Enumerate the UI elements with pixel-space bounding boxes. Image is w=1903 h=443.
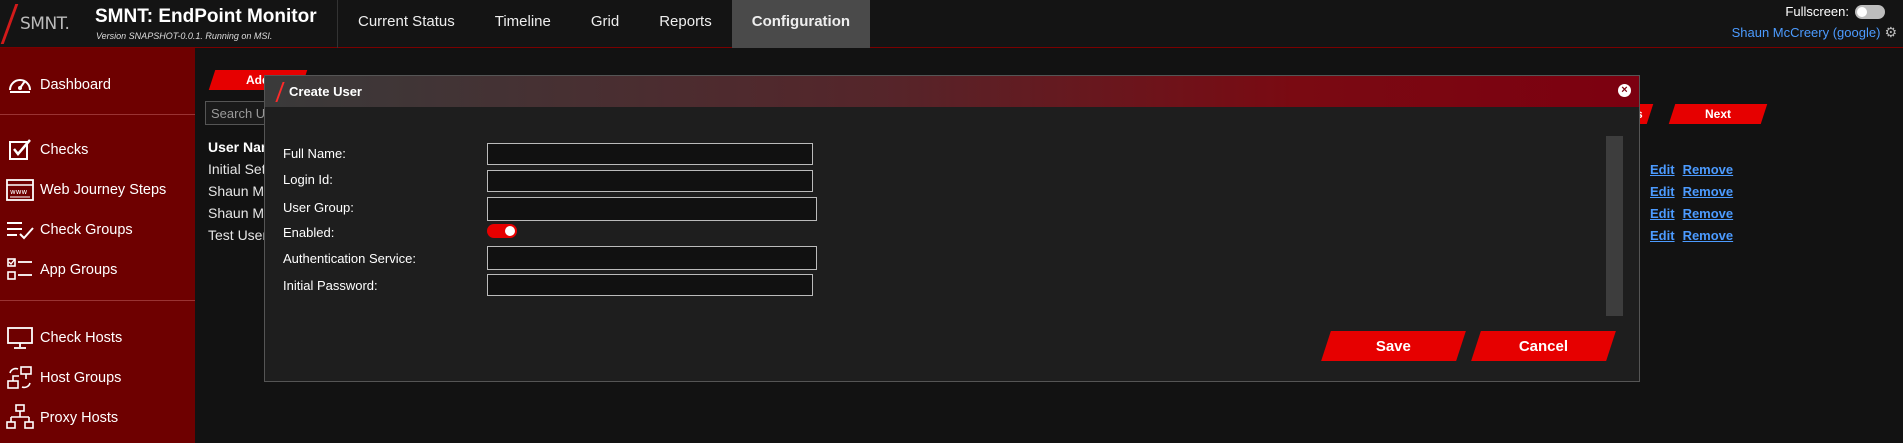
create-user-dialog: Create User × Full Name: Login Id: User …: [264, 75, 1640, 382]
app-logo: SMNT.: [0, 0, 88, 48]
sidebar-item-label: Dashboard: [40, 77, 111, 93]
gear-icon[interactable]: ⚙: [1884, 24, 1897, 41]
remove-link[interactable]: Remove: [1683, 162, 1734, 177]
sidebar-item-label: Check Hosts: [40, 330, 123, 346]
sidebar-item-label: App Groups: [40, 262, 118, 278]
sidebar-divider: [0, 114, 195, 115]
sidebar-item-proxy-hosts[interactable]: Proxy Hosts: [0, 402, 195, 434]
sidebar-item-web-journey-steps[interactable]: www Web Journey Steps: [0, 174, 195, 206]
checkbox-icon: [6, 137, 34, 163]
initial-password-label: Initial Password:: [283, 278, 378, 293]
auth-service-input[interactable]: [487, 246, 817, 270]
row-actions: Edit Remove: [1650, 162, 1741, 177]
row-actions: Edit Remove: [1650, 184, 1741, 199]
cancel-button-label: Cancel: [1518, 337, 1569, 355]
next-page-label: Next: [1704, 107, 1731, 121]
full-name-input[interactable]: [487, 143, 813, 165]
sidebar-item-label: Host Groups: [40, 370, 122, 386]
table-row: Shaun Mc: [208, 183, 272, 199]
sidebar-item-label: Checks: [40, 142, 89, 158]
svg-text:www: www: [10, 188, 27, 196]
tab-current-status[interactable]: Current Status: [338, 0, 475, 48]
dialog-header: Create User ×: [265, 76, 1639, 107]
toggle-knob: [505, 226, 515, 236]
monitor-icon: [6, 325, 34, 351]
fullscreen-label: Fullscreen:: [1785, 4, 1849, 19]
remove-link[interactable]: Remove: [1683, 206, 1734, 221]
dialog-scrollbar[interactable]: [1606, 136, 1623, 316]
browser-www-icon: www: [6, 177, 34, 203]
user-group-label: User Group:: [283, 200, 354, 215]
save-button-label: Save: [1375, 337, 1412, 355]
edit-link[interactable]: Edit: [1650, 206, 1675, 221]
row-actions: Edit Remove: [1650, 228, 1741, 243]
save-button[interactable]: Save: [1321, 331, 1466, 361]
top-bar: SMNT. SMNT: EndPoint Monitor Version SNA…: [0, 0, 1903, 48]
table-row: Test User: [208, 227, 268, 243]
sidebar: Dashboard Checks www Web Journey Steps C…: [0, 48, 195, 443]
network-proxy-icon: [6, 404, 34, 431]
dialog-header-slash: [275, 82, 285, 102]
table-row: Shaun Mc: [208, 205, 272, 221]
auth-service-label: Authentication Service:: [283, 251, 416, 266]
remove-link[interactable]: Remove: [1683, 228, 1734, 243]
sidebar-item-dashboard[interactable]: Dashboard: [0, 69, 195, 101]
login-id-label: Login Id:: [283, 172, 333, 187]
full-name-label: Full Name:: [283, 146, 346, 161]
tab-timeline[interactable]: Timeline: [475, 0, 571, 48]
sidebar-divider: [0, 300, 195, 301]
cancel-button[interactable]: Cancel: [1471, 331, 1616, 361]
fullscreen-toggle[interactable]: [1855, 4, 1885, 19]
tab-configuration[interactable]: Configuration: [731, 0, 871, 48]
sidebar-item-label: Proxy Hosts: [40, 410, 119, 426]
sidebar-item-label: Web Journey Steps: [40, 182, 167, 198]
edit-link[interactable]: Edit: [1650, 162, 1675, 177]
edit-link[interactable]: Edit: [1650, 184, 1675, 199]
logo-slash: [0, 4, 19, 44]
user-group-input[interactable]: [487, 197, 817, 221]
sidebar-item-label: Check Groups: [40, 222, 133, 238]
app-groups-list-icon: [6, 257, 34, 283]
user-menu[interactable]: Shaun McCreery (google) ⚙: [1732, 24, 1897, 41]
initial-password-input[interactable]: [487, 274, 813, 296]
app-version: Version SNAPSHOT-0.0.1. Running on MSI.: [96, 31, 273, 41]
login-id-input[interactable]: [487, 170, 813, 192]
app-title: SMNT: EndPoint Monitor: [95, 6, 317, 27]
remove-link[interactable]: Remove: [1683, 184, 1734, 199]
main-nav: Current Status Timeline Grid Reports Con…: [337, 0, 871, 48]
table-row: Initial Set: [208, 161, 266, 177]
row-actions: Edit Remove: [1650, 206, 1741, 221]
sidebar-item-check-groups[interactable]: Check Groups: [0, 214, 195, 246]
tab-reports[interactable]: Reports: [639, 0, 732, 48]
fullscreen-control: Fullscreen:: [1785, 4, 1885, 19]
sidebar-item-app-groups[interactable]: App Groups: [0, 254, 195, 286]
user-name-link[interactable]: Shaun McCreery (google): [1732, 25, 1881, 40]
tab-grid[interactable]: Grid: [571, 0, 639, 48]
sidebar-item-checks[interactable]: Checks: [0, 134, 195, 166]
edit-link[interactable]: Edit: [1650, 228, 1675, 243]
close-icon[interactable]: ×: [1618, 84, 1631, 97]
enabled-label: Enabled:: [283, 225, 335, 240]
host-groups-icon: [6, 365, 34, 391]
dashboard-gauge-icon: [6, 72, 34, 98]
sidebar-item-host-groups[interactable]: Host Groups: [0, 362, 195, 394]
dialog-title: Create User: [289, 84, 362, 99]
next-page-button[interactable]: Next: [1668, 104, 1768, 124]
checklist-icon: [6, 217, 34, 243]
sidebar-item-check-hosts[interactable]: Check Hosts: [0, 322, 195, 354]
enabled-toggle[interactable]: [487, 224, 517, 238]
logo-text: SMNT.: [20, 14, 70, 34]
